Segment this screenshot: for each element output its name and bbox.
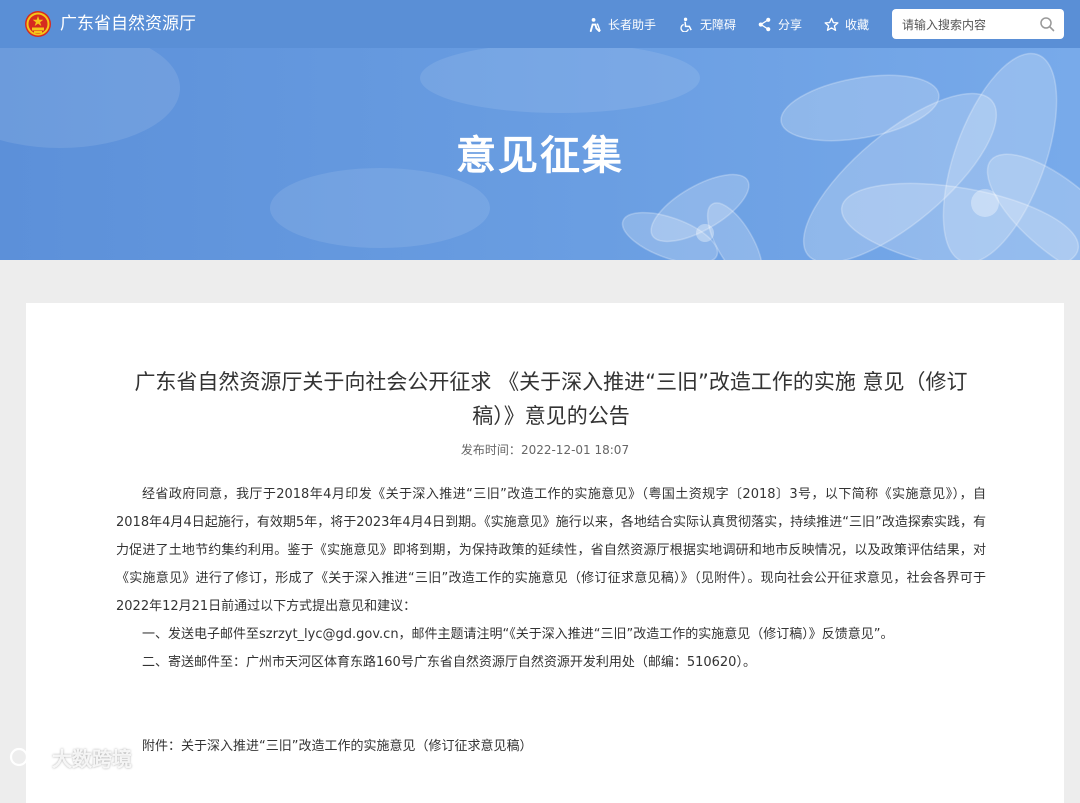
- publish-time: 发布时间：2022-12-01 18:07: [26, 441, 1064, 458]
- nav-favorite-label: 收藏: [845, 17, 870, 32]
- nav-share-label: 分享: [778, 17, 803, 32]
- watermark-text: 大数跨境: [52, 746, 132, 771]
- publish-time-label: 发布时间：: [460, 443, 521, 457]
- publish-time-value: 2022-12-01 18:07: [520, 443, 630, 457]
- site-title[interactable]: 广东省自然资源厅: [60, 13, 196, 35]
- article-title: 广东省自然资源厅关于向社会公开征求 《关于深入推进“三旧”改造工作的实施 意见（…: [134, 370, 968, 428]
- search-icon[interactable]: [1039, 16, 1055, 32]
- nav-share[interactable]: 分享: [757, 15, 802, 33]
- watermark-logo-icon: [9, 747, 47, 767]
- elder-helper-icon: [589, 17, 601, 32]
- article-card: 广东省自然资源厅关于向社会公开征求 《关于深入推进“三旧”改造工作的实施 意见（…: [26, 303, 1064, 803]
- nav-accessibility-label: 无障碍: [700, 17, 737, 32]
- article-paragraph-email: 一、发送电子邮件至szrzyt_lyc@gd.gov.cn，邮件主题请注明“《关…: [142, 627, 894, 642]
- search-box: [892, 9, 1064, 39]
- star-icon: [824, 17, 839, 31]
- banner-title: 意见征集: [456, 133, 624, 179]
- share-icon: [758, 17, 771, 31]
- nav-favorite[interactable]: 收藏: [824, 15, 869, 33]
- article-body: 经省政府同意，我厅于2018年4月印发《关于深入推进“三旧”改造工作的实施意见》…: [116, 481, 986, 677]
- accessibility-icon: [680, 17, 692, 32]
- article-paragraph-mail: 二、寄送邮件至：广州市天河区体育东路160号广东省自然资源厅自然资源开发利用处（…: [142, 655, 756, 670]
- nav-elder-helper[interactable]: 长者助手: [587, 15, 656, 33]
- watermark: 大数跨境: [8, 742, 132, 772]
- article-paragraph: 经省政府同意，我厅于2018年4月印发《关于深入推进“三旧”改造工作的实施意见》…: [116, 487, 986, 614]
- attachment-link[interactable]: 附件：关于深入推进“三旧”改造工作的实施意见（修订征求意见稿）: [116, 733, 986, 761]
- banner: 意见征集: [0, 48, 1080, 260]
- top-navigation-bar: 广东省自然资源厅 长者助手 无障碍 分享 收藏: [0, 0, 1080, 48]
- nav-elder-helper-label: 长者助手: [608, 17, 657, 32]
- search-input[interactable]: [900, 15, 1040, 35]
- nav-accessibility[interactable]: 无障碍: [679, 15, 736, 33]
- national-emblem-icon[interactable]: [24, 10, 52, 38]
